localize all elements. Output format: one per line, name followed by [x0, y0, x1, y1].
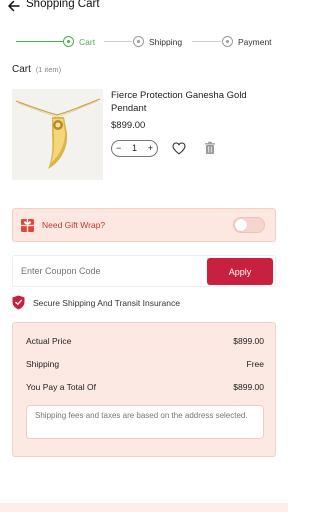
- product-price: $899.00: [111, 120, 146, 131]
- actual-price-row: Actual Price $899.00: [26, 336, 264, 346]
- apply-coupon-button[interactable]: Apply: [207, 258, 273, 285]
- gift-icon: [21, 219, 34, 232]
- step-connector: [16, 41, 64, 43]
- toggle-knob: [235, 219, 247, 231]
- total-value: $899.00: [233, 382, 264, 392]
- gift-wrap-label: Need Gift Wrap?: [42, 220, 106, 230]
- step-cart-indicator: [63, 36, 74, 47]
- coupon-input[interactable]: [21, 266, 181, 276]
- total-row: You Pay a Total Of $899.00: [26, 382, 264, 392]
- actual-price-label: Actual Price: [26, 336, 72, 346]
- shipping-row: Shipping Free: [26, 359, 264, 369]
- page-title: Shopping Cart: [26, 0, 100, 10]
- price-summary: Actual Price $899.00 Shipping Free You P…: [12, 322, 276, 457]
- actual-price-value: $899.00: [233, 336, 264, 346]
- step-payment-label[interactable]: Payment: [238, 37, 272, 47]
- gift-wrap-panel: Need Gift Wrap?: [12, 208, 276, 242]
- cart-heading-label: Cart: [12, 64, 31, 75]
- step-shipping-indicator: [133, 36, 144, 47]
- secure-shipping-text: Secure Shipping And Transit Insurance: [33, 298, 180, 308]
- gift-wrap-toggle[interactable]: [233, 217, 265, 233]
- app-header: Shopping Cart: [0, 0, 288, 14]
- step-payment-indicator: [222, 36, 233, 47]
- trash-icon[interactable]: [204, 141, 216, 155]
- shield-check-icon: [12, 295, 25, 310]
- shipping-value: Free: [246, 359, 264, 369]
- product-image[interactable]: [12, 89, 103, 180]
- step-cart-label[interactable]: Cart: [79, 37, 95, 47]
- checkout-stepper: Cart Shipping Payment: [0, 33, 288, 51]
- pendant-image: [12, 89, 103, 180]
- shipping-label: Shipping: [26, 359, 60, 369]
- quantity-stepper: − 1 +: [111, 140, 158, 157]
- cart-heading: Cart (1 item): [12, 64, 61, 75]
- back-arrow-icon[interactable]: [7, 0, 21, 13]
- shipping-fees-note: Shipping fees and taxes are based on the…: [26, 405, 264, 439]
- quantity-value: 1: [131, 143, 137, 153]
- increase-quantity-button[interactable]: +: [148, 141, 153, 156]
- step-shipping-label[interactable]: Shipping: [149, 37, 182, 47]
- total-label: You Pay a Total Of: [26, 382, 96, 392]
- decrease-quantity-button[interactable]: −: [116, 141, 121, 156]
- step-connector: [104, 41, 132, 42]
- heart-icon[interactable]: [172, 142, 186, 155]
- step-connector: [192, 41, 221, 42]
- bottom-bar: [0, 503, 288, 512]
- coupon-box: Apply: [12, 255, 276, 287]
- cart-item-count: (1 item): [35, 65, 62, 74]
- product-name[interactable]: Fierce Protection Ganesha Gold Pendant: [111, 90, 279, 115]
